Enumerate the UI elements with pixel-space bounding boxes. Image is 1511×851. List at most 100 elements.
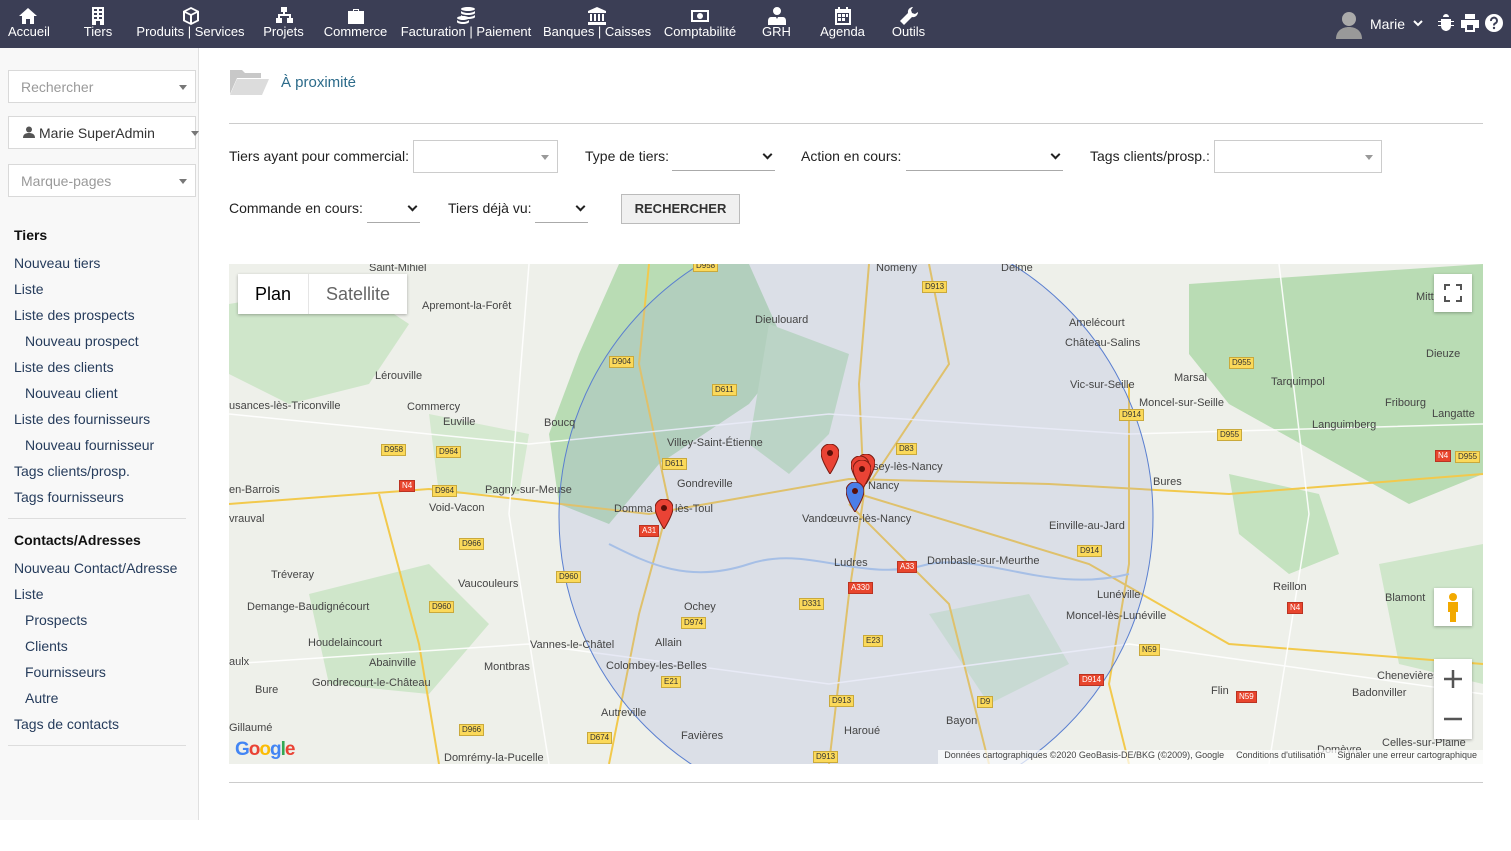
filter-commande-select[interactable] <box>367 193 420 223</box>
zoom-in-button[interactable] <box>1434 659 1472 699</box>
search-button[interactable]: RECHERCHER <box>621 194 740 224</box>
map-place-label: Delme <box>1001 264 1033 274</box>
sidebar-item-tiers-4[interactable]: Liste des clients <box>14 359 114 375</box>
filter-vu-select[interactable] <box>535 193 588 223</box>
sidebar-item-tiers-1[interactable]: Liste <box>14 281 44 297</box>
street-view-button[interactable] <box>1434 588 1472 626</box>
nav-item-home[interactable]: Accueil <box>8 0 50 48</box>
map-place-label: Domrémy-la-Pucelle <box>444 752 544 764</box>
nav-item-coins[interactable]: Facturation | Paiement <box>399 0 533 48</box>
briefcase-icon <box>320 0 391 24</box>
map-place-label: lès-Toul <box>675 503 713 515</box>
map-place-label: Lérouville <box>375 370 423 382</box>
road-shield: D966 <box>459 538 485 550</box>
sidebar-item-tiers-6[interactable]: Liste des fournisseurs <box>14 411 150 427</box>
sidebar-item-contacts-0[interactable]: Nouveau Contact/Adresse <box>14 560 177 576</box>
print-icon[interactable] <box>1461 14 1479 32</box>
sidebar-item-contacts-1[interactable]: Liste <box>14 586 44 602</box>
nav-item-sitemap[interactable]: Projets <box>258 0 309 48</box>
map-center-marker[interactable] <box>845 481 865 513</box>
report-error-link[interactable]: Signaler une erreur cartographique <box>1337 750 1477 764</box>
terms-link[interactable]: Conditions d'utilisation <box>1236 750 1325 764</box>
sidebar-item-tiers-3[interactable]: Nouveau prospect <box>25 333 139 349</box>
nav-item-money-bill[interactable]: Comptabilité <box>659 0 741 48</box>
nav-item-label: GRH <box>762 24 791 39</box>
filter-action-select[interactable] <box>906 141 1063 171</box>
sidebar-item-contacts-2[interactable]: Prospects <box>25 612 87 628</box>
nav-item-user-tie[interactable]: GRH <box>758 0 795 48</box>
map-type-plan-button[interactable]: Plan <box>238 274 308 314</box>
map-place-label: Lunéville <box>1097 589 1141 601</box>
nav-item-calendar[interactable]: Agenda <box>817 0 868 48</box>
map-place-label: Amelécourt <box>1069 317 1125 329</box>
map-place-label: Void-Vacon <box>429 502 485 514</box>
nav-item-building[interactable]: Tiers <box>80 0 116 48</box>
caret-down-icon <box>179 179 187 184</box>
user-select[interactable]: Marie SuperAdmin <box>8 116 199 149</box>
map-place-label: Boucq <box>544 417 576 429</box>
sidebar-item-contacts-5[interactable]: Autre <box>25 690 58 706</box>
zoom-out-button[interactable] <box>1434 699 1472 739</box>
search-select[interactable]: Rechercher <box>8 70 196 103</box>
filter-commercial-select[interactable] <box>413 140 558 173</box>
map-place-label: aulx <box>229 656 250 668</box>
map-place-label: Gondrecourt-le-Château <box>312 677 431 689</box>
road-shield: D955 <box>1229 357 1255 369</box>
fullscreen-button[interactable] <box>1434 274 1472 312</box>
sidebar-item-tiers-5[interactable]: Nouveau client <box>25 385 118 401</box>
help-icon[interactable] <box>1485 14 1503 32</box>
nav-item-bank[interactable]: Banques | Caisses <box>543 0 651 48</box>
user-icon <box>23 126 35 138</box>
breadcrumb: À proximité <box>229 68 356 96</box>
sidebar-item-contacts-3[interactable]: Clients <box>25 638 68 654</box>
map-place-label: Demange-Baudignécourt <box>247 601 370 613</box>
search-placeholder: Rechercher <box>21 79 94 95</box>
sidebar-item-tiers-7[interactable]: Nouveau fournisseur <box>25 437 154 453</box>
bank-icon <box>543 0 651 25</box>
nav-item-briefcase[interactable]: Commerce <box>320 0 391 48</box>
map-place-label: Badonviller <box>1352 687 1407 699</box>
map[interactable]: Saint-Mihiel Nomeny Delme Apremont-la-Forêt… <box>229 264 1483 764</box>
nav-item-wrench[interactable]: Outils <box>886 0 931 48</box>
map-place-label: Ludres <box>834 557 868 569</box>
nav-item-cube[interactable]: Produits | Services <box>135 0 246 48</box>
map-place-label: vrauval <box>229 513 265 525</box>
road-shield: D960 <box>429 601 455 613</box>
road-shield: D611 <box>712 384 737 396</box>
caret-down-icon <box>191 131 199 136</box>
map-place-label: Vaucouleurs <box>458 578 519 590</box>
chevron-down-icon <box>762 149 773 160</box>
map-place-label: Languimberg <box>1312 419 1377 431</box>
bookmarks-select[interactable]: Marque-pages <box>8 164 196 197</box>
sidebar-item-contacts-4[interactable]: Fournisseurs <box>25 664 106 680</box>
road-shield: D958 <box>381 444 407 456</box>
map-place-label: Abainville <box>369 657 417 669</box>
user-menu[interactable]: Marie <box>1336 8 1423 40</box>
sidebar-item-tiers-9[interactable]: Tags fournisseurs <box>14 489 124 505</box>
road-shield: D964 <box>432 485 458 497</box>
road-shield: N4 <box>1435 450 1452 462</box>
folder-open-icon <box>230 70 269 95</box>
map-marker[interactable] <box>820 443 840 475</box>
zoom-control <box>1434 659 1472 739</box>
sidebar-item-contacts-6[interactable]: Tags de contacts <box>14 716 119 732</box>
road-shield: D611 <box>662 458 687 470</box>
bug-icon[interactable] <box>1437 14 1455 32</box>
map-place-label: Houdelaincourt <box>308 637 382 649</box>
map-place-label: Nomeny <box>876 264 917 274</box>
sidebar-item-tiers-8[interactable]: Tags clients/prosp. <box>14 463 130 479</box>
filter-type-select[interactable] <box>672 141 775 171</box>
chevron-down-icon <box>1050 149 1061 160</box>
map-type-satellite-button[interactable]: Satellite <box>308 274 407 314</box>
bookmarks-placeholder: Marque-pages <box>21 173 112 189</box>
map-marker[interactable] <box>654 498 674 530</box>
road-shield: D964 <box>436 446 462 458</box>
sitemap-icon <box>258 0 309 24</box>
nav-item-label: Comptabilité <box>663 24 737 39</box>
map-place-label: Saint-Mihiel <box>369 264 427 274</box>
sidebar-item-tiers-2[interactable]: Liste des prospects <box>14 307 135 323</box>
map-place-label: Pagny-sur-Meuse <box>485 484 572 496</box>
sidebar-item-tiers-0[interactable]: Nouveau tiers <box>14 255 100 271</box>
map-place-label: sey-lès-Nancy <box>873 461 943 473</box>
filter-tags-select[interactable] <box>1214 140 1382 173</box>
